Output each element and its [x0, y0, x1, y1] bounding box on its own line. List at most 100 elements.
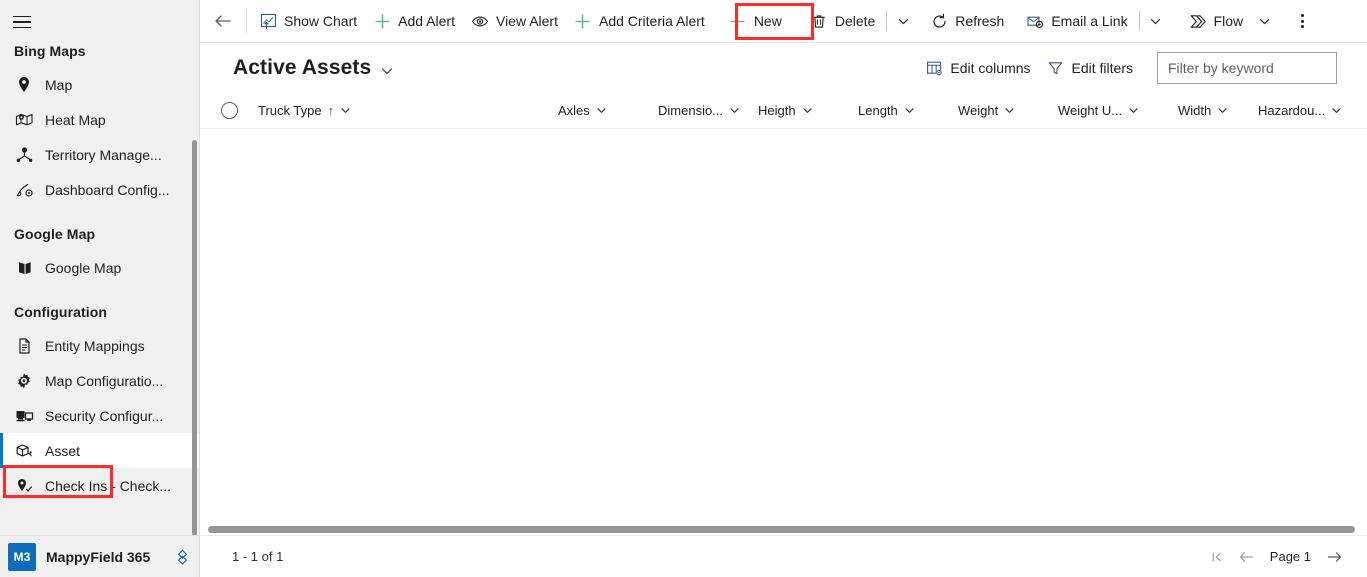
sidebar-group-title-bing-maps: Bing Maps — [14, 43, 86, 59]
back-button[interactable] — [204, 1, 242, 41]
refresh-button[interactable]: Refresh — [922, 3, 1012, 39]
email-a-link-button[interactable]: Email a Link — [1018, 3, 1135, 39]
sidebar-item-map-configuration[interactable]: Map Configuratio... — [0, 363, 199, 398]
add-alert-button[interactable]: Add Alert — [365, 3, 463, 39]
column-label: Dimensio... — [658, 103, 724, 118]
select-all-checkbox[interactable] — [200, 102, 258, 119]
trash-icon — [810, 12, 828, 30]
sidebar-item-heat-map[interactable]: Heat Map — [0, 102, 199, 137]
app-name-label: MappyField 365 — [46, 548, 151, 565]
main-area: Show Chart Add Alert View Alert Add Crit… — [200, 0, 1367, 577]
sidebar-item-asset[interactable]: Asset — [0, 433, 199, 468]
more-commands-button[interactable] — [1287, 5, 1317, 37]
column-header-length[interactable]: Length — [858, 93, 958, 129]
column-header-weight-unit[interactable]: Weight U... — [1058, 93, 1178, 129]
sidebar-scrollbar[interactable] — [192, 140, 197, 536]
sidebar-item-label: Heat Map — [45, 111, 106, 128]
document-icon — [14, 336, 34, 356]
column-label: Weight U... — [1058, 103, 1123, 118]
asset-box-icon — [14, 441, 34, 461]
search-input[interactable] — [1157, 52, 1337, 84]
chevron-down-icon[interactable] — [340, 105, 351, 116]
command-label: Email a Link — [1051, 13, 1128, 29]
grid-header-row: Truck Type ↑ Axles Dimensio... Heigth Le… — [200, 93, 1367, 129]
sidebar-item-google-map[interactable]: Google Map — [0, 250, 199, 285]
command-label: Add Criteria Alert — [598, 13, 705, 29]
email-a-link-dropdown-button[interactable] — [1143, 5, 1169, 37]
back-arrow-icon — [213, 13, 233, 29]
delete-button[interactable]: Delete — [802, 3, 883, 39]
view-selector-chevron-down-icon[interactable] — [380, 64, 394, 78]
folded-map-icon — [14, 258, 34, 278]
command-label: Delete — [834, 13, 876, 29]
filter-icon — [1047, 59, 1065, 77]
sidebar-group-spacer — [0, 285, 199, 297]
flow-button[interactable]: Flow — [1181, 3, 1252, 39]
app-switcher-icon[interactable] — [174, 548, 190, 566]
view-header: Active Assets Edit columns Edit filters … — [200, 43, 1367, 93]
new-button[interactable]: New — [721, 3, 790, 39]
show-chart-button[interactable]: Show Chart — [251, 3, 365, 39]
first-page-button[interactable] — [1202, 542, 1232, 572]
chevron-down-icon — [1149, 15, 1162, 28]
sidebar-item-label: Asset — [45, 442, 81, 459]
flow-dropdown-button[interactable] — [1251, 5, 1277, 37]
chevron-down-icon[interactable] — [729, 105, 740, 116]
sidebar-item-label: Map Configuratio... — [45, 372, 164, 389]
command-label: Refresh — [955, 13, 1005, 29]
sidebar-group-title-google-map: Google Map — [14, 226, 96, 242]
edit-columns-button[interactable]: Edit columns — [917, 52, 1038, 84]
plus-icon — [373, 12, 391, 30]
command-label: View Alert — [495, 13, 558, 29]
app-switcher[interactable]: M3 MappyField 365 — [0, 535, 199, 577]
grid-horizontal-scrollbar-thumb[interactable] — [208, 526, 1355, 533]
column-header-heigth[interactable]: Heigth — [758, 93, 858, 129]
column-header-weight[interactable]: Weight — [958, 93, 1058, 129]
sidebar-nav: Bing Maps Map Heat Map Territory Manage.… — [0, 36, 199, 535]
chevron-down-icon[interactable] — [1331, 105, 1342, 116]
chevron-down-icon[interactable] — [1004, 105, 1015, 116]
record-count-label: 1 - 1 of 1 — [232, 549, 284, 564]
add-criteria-alert-button[interactable]: Add Criteria Alert — [566, 3, 713, 39]
column-header-width[interactable]: Width — [1178, 93, 1258, 129]
chevron-down-icon[interactable] — [596, 105, 607, 116]
grid-tools: Edit columns Edit filters — [917, 52, 1337, 84]
command-label: Add Alert — [398, 13, 455, 29]
previous-page-button[interactable] — [1232, 542, 1262, 572]
chevron-down-icon[interactable] — [1128, 105, 1139, 116]
column-header-hazardous[interactable]: Hazardou... — [1258, 93, 1367, 129]
sidebar-item-dashboard-config[interactable]: Dashboard Config... — [0, 172, 199, 207]
delete-dropdown-button[interactable] — [890, 5, 916, 37]
chevron-down-icon[interactable] — [904, 105, 915, 116]
heat-map-icon — [14, 110, 34, 130]
sidebar-item-label: Entity Mappings — [45, 337, 145, 354]
sidebar-group-spacer — [0, 207, 199, 219]
column-label: Width — [1178, 103, 1212, 118]
column-header-axles[interactable]: Axles — [558, 93, 658, 129]
column-header-dimensions[interactable]: Dimensio... — [658, 93, 758, 129]
column-header-truck-type[interactable]: Truck Type ↑ — [258, 93, 558, 129]
column-label: Hazardou... — [1258, 103, 1326, 118]
column-label: Axles — [558, 103, 590, 118]
chevron-down-icon[interactable] — [802, 105, 813, 116]
next-page-button[interactable] — [1319, 542, 1349, 572]
chevron-down-icon — [897, 15, 910, 28]
sidebar-item-map[interactable]: Map — [0, 67, 199, 102]
gt-label: Edit columns — [950, 60, 1031, 76]
grid-horizontal-scrollbar[interactable] — [208, 526, 1355, 535]
view-alert-button[interactable]: View Alert — [463, 3, 566, 39]
command-label: Flow — [1213, 13, 1244, 29]
chevron-down-icon[interactable] — [1217, 105, 1228, 116]
sidebar: Bing Maps Map Heat Map Territory Manage.… — [0, 0, 200, 577]
app-root: Bing Maps Map Heat Map Territory Manage.… — [0, 0, 1367, 577]
sidebar-item-entity-mappings[interactable]: Entity Mappings — [0, 328, 199, 363]
edit-filters-button[interactable]: Edit filters — [1039, 52, 1141, 84]
sidebar-item-security-configuration[interactable]: Security Configur... — [0, 398, 199, 433]
sidebar-item-territory-management[interactable]: Territory Manage... — [0, 137, 199, 172]
sidebar-item-check-ins[interactable]: Check Ins - Check... — [0, 468, 199, 503]
sidebar-scrollbar-thumb[interactable] — [192, 140, 197, 536]
sidebar-item-label: Check Ins - Check... — [45, 477, 172, 494]
grid-rows-container — [200, 129, 1367, 535]
check-in-pin-icon — [14, 476, 34, 496]
page-title[interactable]: Active Assets — [233, 56, 371, 80]
